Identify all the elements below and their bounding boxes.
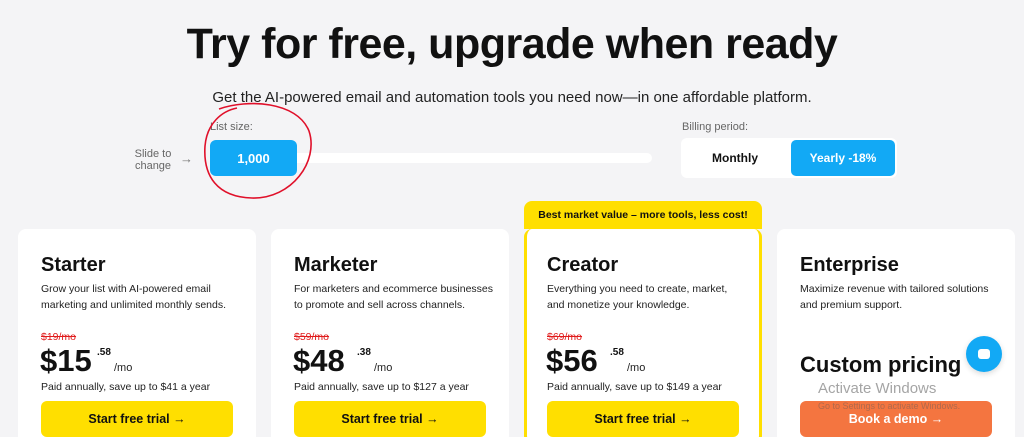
list-size-slider-thumb[interactable]: 1,000	[210, 140, 297, 176]
plan-name: Creator	[547, 254, 619, 276]
slide-hint-text: Slide to change	[134, 148, 172, 172]
page-title: Try for free, upgrade when ready	[186, 20, 838, 68]
plan-description: Maximize revenue with tailored solutions…	[800, 283, 989, 311]
billing-period-label: Billing period:	[682, 121, 749, 133]
plan-card-creator: Creator Everything you need to create, m…	[524, 229, 762, 437]
watermark-title: Activate Windows	[818, 380, 937, 397]
plan-name: Starter	[41, 254, 106, 276]
watermark-subtitle: Go to Settings to activate Windows.	[818, 401, 961, 411]
plan-save-note: Paid annually, save up to $127 a year	[294, 381, 469, 393]
plan-card-starter: Starter Grow your list with AI-powered e…	[18, 229, 256, 437]
plan-price-cents: .58	[610, 347, 624, 358]
plan-description: For marketers and ecommerce businesses t…	[294, 283, 493, 311]
billing-yearly-option[interactable]: Yearly -18%	[791, 140, 895, 176]
best-value-banner: Best market value – more tools, less cos…	[524, 201, 762, 229]
plan-old-price: $19/mo	[41, 331, 77, 343]
plan-save-note: Paid annually, save up to $41 a year	[41, 381, 211, 393]
chat-bubble-icon	[978, 349, 990, 359]
start-free-trial-button[interactable]: Start free trial →	[547, 401, 739, 437]
billing-monthly-option[interactable]: Monthly	[681, 138, 789, 178]
plan-price-period: /mo	[114, 362, 133, 374]
list-size-label: List size:	[210, 121, 253, 133]
page-subtitle: Get the AI-powered email and automation …	[212, 89, 812, 106]
plan-name: Marketer	[294, 254, 378, 276]
custom-pricing-text: Custom pricing	[800, 352, 962, 377]
plan-description: Grow your list with AI-powered email mar…	[41, 283, 227, 311]
start-free-trial-button[interactable]: Start free trial →	[41, 401, 233, 437]
plan-old-price: $59/mo	[294, 331, 330, 343]
plan-name: Enterprise	[800, 254, 899, 276]
start-free-trial-button[interactable]: Start free trial →	[294, 401, 486, 437]
plan-price-period: /mo	[627, 362, 646, 374]
billing-period-toggle: Monthly Yearly -18%	[681, 138, 897, 178]
plan-card-marketer: Marketer For marketers and ecommerce bus…	[271, 229, 509, 437]
plan-price-cents: .38	[357, 347, 371, 358]
hint-arrow-icon: →	[180, 151, 193, 166]
plan-old-price: $69/mo	[547, 331, 583, 343]
plan-price-period: /mo	[374, 362, 393, 374]
plan-price-cents: .58	[97, 347, 111, 358]
chat-button[interactable]	[966, 336, 1002, 372]
plan-save-note: Paid annually, save up to $149 a year	[547, 381, 722, 393]
plan-price: $56	[546, 343, 598, 378]
plan-description: Everything you need to create, market, a…	[547, 283, 728, 311]
plan-price: $15	[40, 343, 92, 378]
plan-price: $48	[293, 343, 345, 378]
